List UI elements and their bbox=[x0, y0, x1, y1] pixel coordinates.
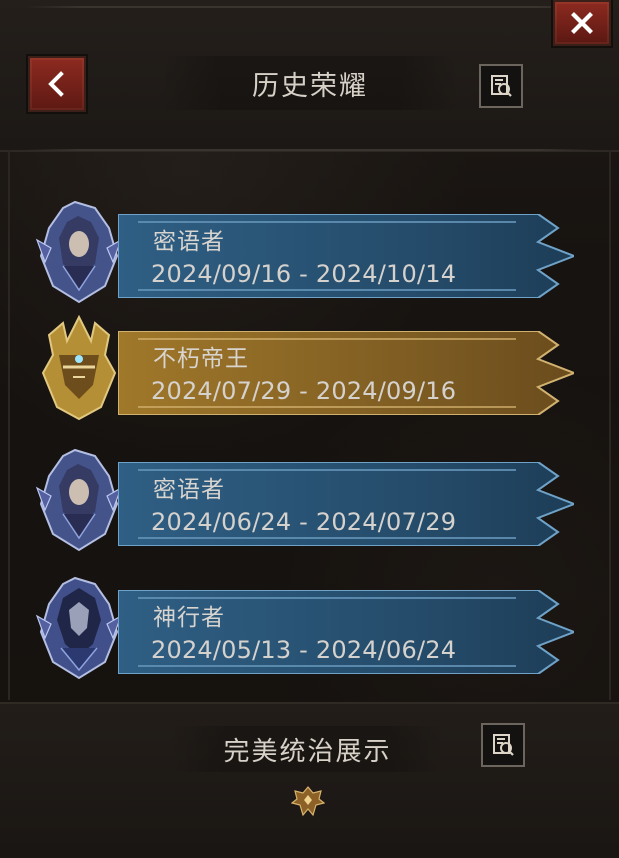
inspect-button[interactable] bbox=[481, 723, 525, 767]
hooded-mask-icon bbox=[33, 574, 125, 684]
footer-title: 完美统治展示 bbox=[223, 736, 392, 767]
honor-item: 不朽帝王 2024/07/29 - 2024/09/16 bbox=[33, 314, 583, 425]
small-crest-icon bbox=[290, 785, 326, 817]
honor-name: 不朽帝王 bbox=[153, 346, 249, 372]
footer-bar: 完美统治展示 bbox=[0, 702, 619, 858]
honor-name: 密语者 bbox=[153, 477, 225, 503]
hooded-female-icon bbox=[33, 446, 125, 556]
honor-date-range: 2024/07/29 - 2024/09/16 bbox=[151, 377, 457, 405]
footer-title-plate: 完美统治展示 bbox=[170, 726, 445, 772]
honor-name: 密语者 bbox=[153, 229, 225, 255]
hooded-female-icon bbox=[33, 198, 125, 308]
honor-item: 密语者 2024/06/24 - 2024/07/29 bbox=[33, 446, 583, 556]
honor-list: 密语者 2024/09/16 - 2024/10/14 不朽帝王 2024/07… bbox=[0, 0, 619, 700]
honor-date-range: 2024/05/13 - 2024/06/24 bbox=[151, 636, 457, 664]
search-document-icon bbox=[493, 734, 514, 756]
honor-item: 神行者 2024/05/13 - 2024/06/24 bbox=[33, 574, 583, 684]
honor-name: 神行者 bbox=[153, 605, 225, 631]
honor-date-range: 2024/06/24 - 2024/07/29 bbox=[151, 508, 457, 536]
honor-item: 密语者 2024/09/16 - 2024/10/14 bbox=[33, 198, 583, 308]
honor-date-range: 2024/09/16 - 2024/10/14 bbox=[151, 260, 457, 288]
crowned-helm-icon bbox=[33, 314, 125, 425]
